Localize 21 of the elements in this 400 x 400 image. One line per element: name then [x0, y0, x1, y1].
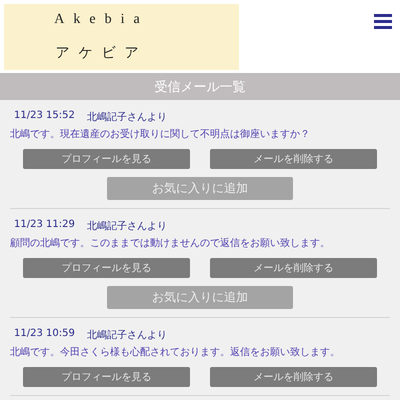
message-sender: 北嶋記子さんより	[86, 220, 167, 233]
view-profile-button[interactable]: プロフィールを見る	[23, 149, 190, 169]
message-date: 11/23 15:52	[14, 110, 75, 123]
add-favorite-button[interactable]: お気に入りに追加	[107, 177, 293, 200]
message-sender: 北嶋記子さんより	[86, 328, 167, 342]
logo-text: Akebia	[54, 12, 149, 28]
delete-mail-button[interactable]: メールを削除する	[210, 367, 377, 387]
title-bar: 受信メール一覧	[0, 73, 400, 100]
message-date: 11/23 10:59	[14, 328, 75, 341]
view-profile-button[interactable]: プロフィールを見る	[23, 258, 190, 278]
add-favorite-button[interactable]: お気に入りに追加	[107, 286, 293, 309]
message-date: 11/23 11:29	[14, 219, 75, 232]
delete-mail-button[interactable]: メールを削除する	[210, 258, 377, 278]
message-text: 顧問の北嶋です。このままでは動けませんので返信をお願い致します。	[10, 236, 331, 250]
view-profile-button[interactable]: プロフィールを見る	[23, 367, 190, 387]
message-text: 北嶋です。現在遺産のお受け取りに関して不明点は御座いますか？	[10, 128, 311, 141]
message-sender: 北嶋記子さんより	[86, 110, 167, 124]
logo-kana-text: アケビア	[56, 44, 148, 62]
menu-icon[interactable]	[374, 14, 392, 29]
delete-mail-button[interactable]: メールを削除する	[210, 149, 377, 169]
message-text: 北嶋です。今田さくら様も心配されております。返信をお願い致します。	[10, 346, 341, 359]
